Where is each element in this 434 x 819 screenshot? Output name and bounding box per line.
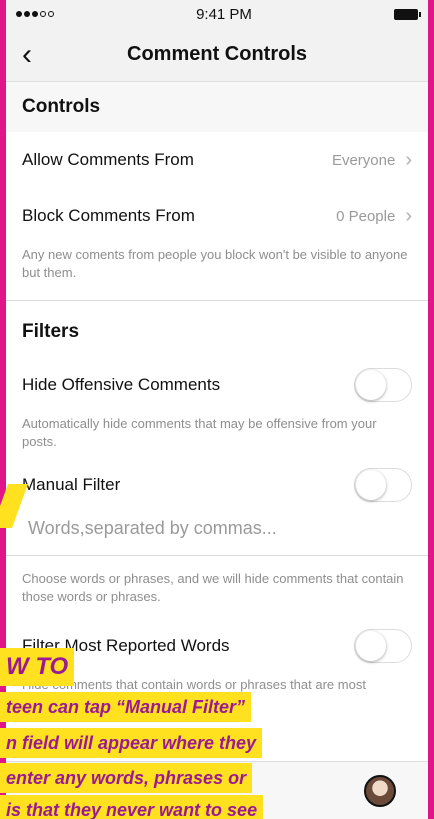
block-comments-value: 0 People bbox=[336, 207, 396, 225]
overlay-line-4: is that they never want to see bbox=[0, 795, 264, 819]
chevron-right-icon: › bbox=[405, 148, 412, 171]
controls-heading: Controls bbox=[6, 82, 428, 132]
reported-words-toggle[interactable] bbox=[354, 629, 412, 663]
hide-offensive-row: Hide Offensive Comments bbox=[6, 357, 428, 413]
overlay-line-2: n field will appear where they bbox=[0, 728, 263, 758]
status-time: 9:41 PM bbox=[196, 5, 252, 23]
divider bbox=[6, 300, 428, 301]
how-to-banner: W TO bbox=[0, 648, 75, 686]
profile-avatar-icon[interactable] bbox=[364, 774, 396, 807]
battery-icon bbox=[394, 8, 421, 20]
filters-heading: Filters bbox=[6, 307, 428, 357]
status-bar: 9:41 PM bbox=[6, 0, 428, 28]
overlay-line-3: enter any words, phrases or bbox=[0, 763, 253, 793]
manual-filter-row: Manual Filter bbox=[6, 463, 428, 507]
allow-comments-row[interactable]: Allow Comments From Everyone › bbox=[6, 132, 428, 188]
page-title: Comment Controls bbox=[127, 43, 307, 65]
block-note: Any new coments from people you block wo… bbox=[22, 247, 408, 280]
block-comments-label: Block Comments From bbox=[22, 206, 195, 225]
hide-offensive-label: Hide Offensive Comments bbox=[22, 375, 221, 394]
overlay-line-1: teen can tap “Manual Filter” bbox=[0, 692, 252, 722]
manual-note: Choose words or phrases, and we will hid… bbox=[22, 571, 404, 604]
signal-icon bbox=[16, 11, 54, 17]
manual-filter-input[interactable]: Words,separated by commas... bbox=[6, 507, 428, 549]
offensive-note: Automatically hide comments that may be … bbox=[22, 416, 377, 449]
block-comments-row[interactable]: Block Comments From 0 People › bbox=[6, 188, 428, 244]
chevron-left-icon[interactable]: ‹ bbox=[22, 38, 32, 72]
manual-filter-label: Manual Filter bbox=[22, 475, 121, 494]
hide-offensive-toggle[interactable] bbox=[354, 368, 412, 402]
divider bbox=[6, 555, 428, 556]
manual-filter-toggle[interactable] bbox=[354, 468, 412, 502]
allow-comments-value: Everyone bbox=[331, 151, 396, 169]
nav-bar: ‹ Comment Controls bbox=[6, 28, 428, 82]
chevron-right-icon: › bbox=[405, 204, 412, 227]
allow-comments-label: Allow Comments From bbox=[22, 150, 194, 169]
